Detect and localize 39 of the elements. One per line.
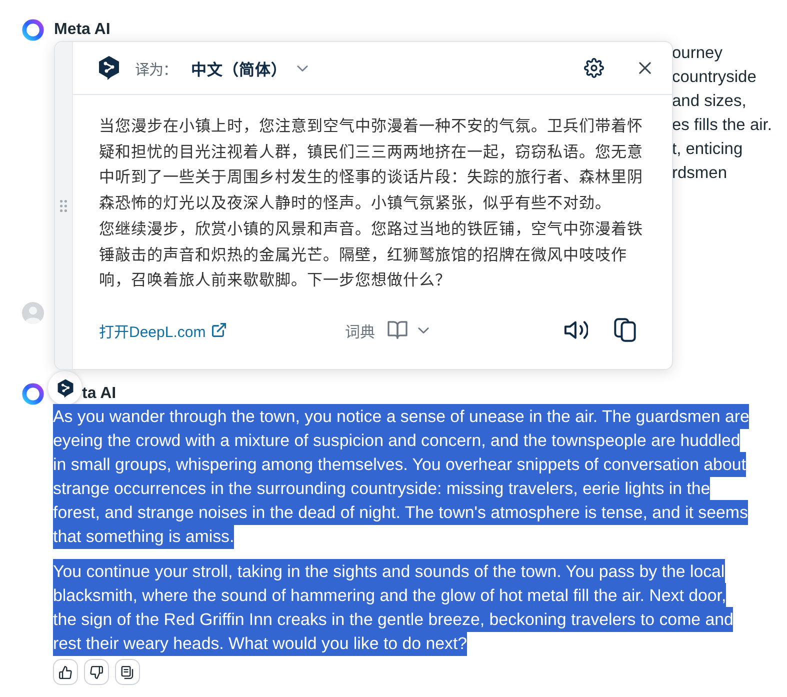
copy-icon: [613, 318, 637, 342]
target-language-label: 译为：: [135, 61, 177, 78]
message-text: and sizes,: [672, 91, 746, 112]
ring-logo-icon: [22, 19, 44, 41]
speaker-button[interactable]: [564, 318, 588, 342]
thumbs-down-icon: [90, 666, 103, 678]
message-text: t, enticing: [672, 139, 743, 160]
thumbs-up-button[interactable]: [53, 659, 78, 685]
logo-icon: [56, 378, 74, 398]
sender-name: ta AI: [82, 384, 116, 404]
open-site-link[interactable]: 打开DeepL.com: [99, 320, 226, 340]
copy-button[interactable]: [115, 659, 140, 685]
close-icon: [639, 62, 651, 74]
logo-icon: [98, 56, 120, 80]
translated-paragraph: 您继续漫步，欣赏小镇的风景和声音。您路过当地的铁匠铺，空气中弥漫着铁锤敲击的声音和炽热的金属光芒。隔壁，红狮鹫旅馆的招牌在微风中吱吱作响，召唤着旅人前来歇歇脚。下一步您想做什么？: [99, 220, 644, 292]
copy-button[interactable]: [613, 318, 637, 342]
dictionary-button[interactable]: 词典: [345, 320, 429, 340]
drag-handle-icon[interactable]: [60, 200, 67, 212]
external-link-icon: [212, 323, 226, 337]
message-text: countryside: [672, 67, 756, 88]
avatar-icon: [22, 302, 44, 324]
message-text: ourney: [672, 43, 722, 64]
document-icon: [121, 666, 134, 678]
thumbs-up-icon: [59, 666, 72, 678]
thumbs-down-button[interactable]: [84, 659, 109, 685]
settings-icon: [584, 58, 604, 78]
message-text: es fills the air.: [672, 115, 772, 136]
translated-paragraph: 当您漫步在小镇上时，您注意到空气中弥漫着一种不安的气氛。卫兵们带着怀疑和担忧的目光注视着人群，镇民们三三两两地挤在一起，窃窃私语。您无意中听到了一些关于周围乡村发生的怪事的谈话片段：失踪的旅行者、森林里阴森恐怖的灯光以及夜深人静时的怪声。小镇气氛紧张，似乎有些不对劲。: [99, 116, 644, 214]
floating-logo-button[interactable]: [48, 371, 82, 405]
book-icon: [387, 321, 408, 339]
sender-name: Meta AI: [54, 20, 110, 40]
chevron-down-icon: [297, 64, 308, 72]
ring-logo-icon: [22, 383, 44, 405]
message-text: rdsmen: [672, 163, 728, 184]
language-dropdown[interactable]: 中文（简体）: [191, 56, 308, 80]
chevron-down-icon: [418, 326, 429, 334]
settings-button[interactable]: [582, 56, 606, 80]
response-paragraph: As you wander through the town, you notice a sense of unease in the air. The guardsmen are eyeing the crowd with a mixture of suspicion and concern, and the townspeople are huddled in small groups, whispering among themselves. You overhear snippets of conversation about strange occurrences in the surrounding countryside: missing travelers, eerie lights in the forest, and strange noises in the dead of night. The town's atmosphere is tense, and it seems that something is amiss.: [53, 405, 752, 549]
speaker-icon: [564, 320, 588, 340]
